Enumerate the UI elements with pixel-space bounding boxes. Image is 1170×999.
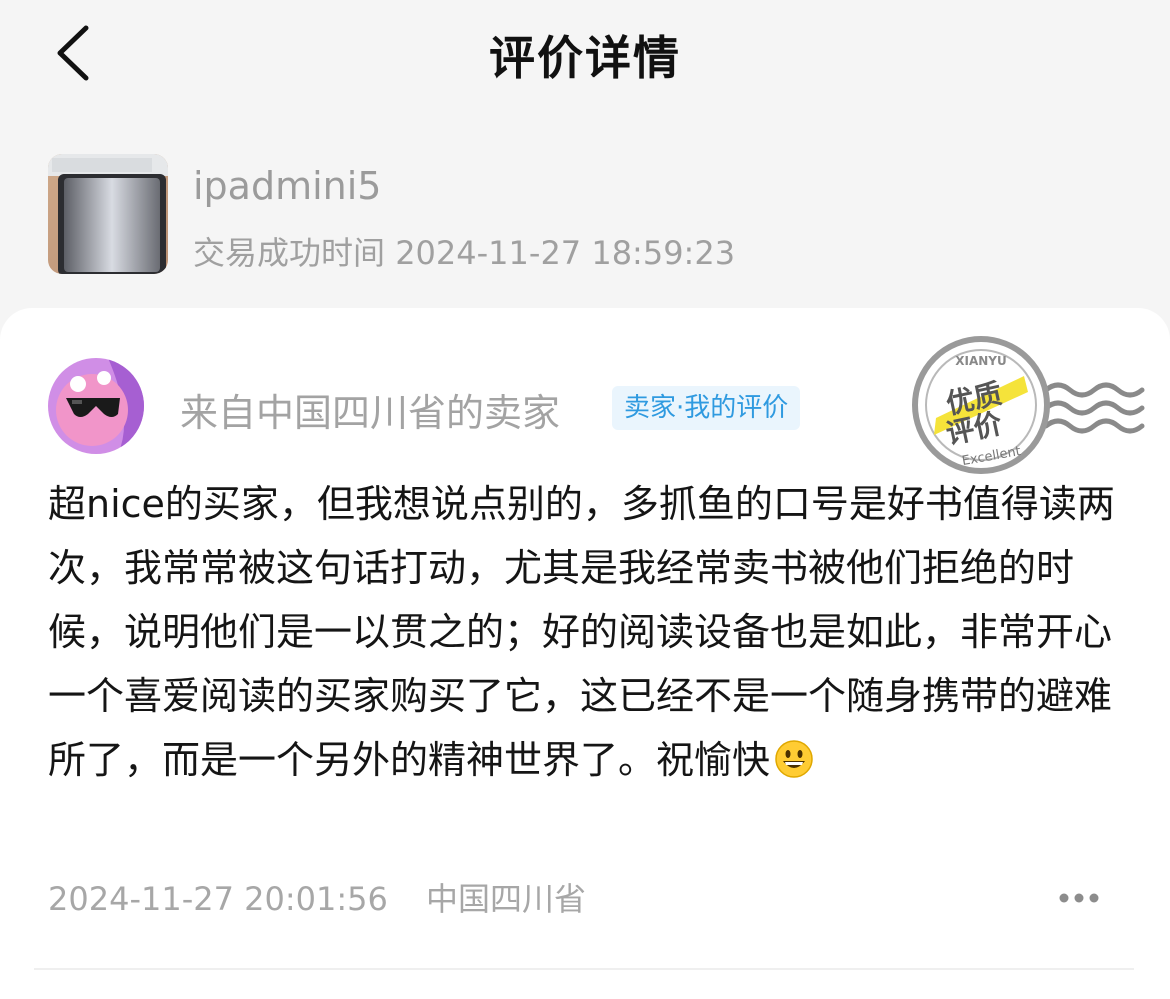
product-summary[interactable]: ipadmini5 交易成功时间 2024-11-27 18:59:23 [48, 152, 1048, 276]
review-meta: 2024-11-27 20:01:56 中国四川省 [48, 874, 586, 920]
review-location: 中国四川省 [426, 880, 587, 918]
page-title: 评价详情 [489, 31, 681, 85]
divider [34, 968, 1134, 970]
more-options-button[interactable] [1054, 878, 1104, 918]
product-thumbnail [48, 154, 168, 274]
avatar[interactable] [48, 358, 144, 454]
more-dots-icon [1059, 893, 1099, 903]
role-badge: 卖家·我的评价 [612, 386, 801, 430]
product-name: ipadmini5 [193, 164, 382, 208]
grinning-face-emoji-icon [774, 734, 814, 778]
transaction-time-value: 2024-11-27 18:59:23 [395, 234, 736, 272]
review-card: 来自中国四川省的卖家 卖家·我的评价 XIANYU 优质 评价 Excellen… [0, 308, 1170, 999]
quality-review-stamp: XIANYU 优质 评价 Excellent [896, 330, 1146, 480]
stamp-top-text: XIANYU [955, 354, 1006, 368]
reviewer-name[interactable]: 来自中国四川省的卖家 [180, 382, 560, 437]
navigation-bar: 评价详情 [0, 0, 1170, 110]
transaction-time: 交易成功时间 2024-11-27 18:59:23 [193, 228, 735, 274]
review-content: 超nice的买家，但我想说点别的，多抓鱼的口号是好书值得读两次，我常常被这句话打… [48, 472, 1128, 792]
review-text: 超nice的买家，但我想说点别的，多抓鱼的口号是好书值得读两次，我常常被这句话打… [48, 482, 1115, 782]
review-time: 2024-11-27 20:01:56 [48, 880, 388, 918]
transaction-time-label: 交易成功时间 [193, 234, 386, 272]
